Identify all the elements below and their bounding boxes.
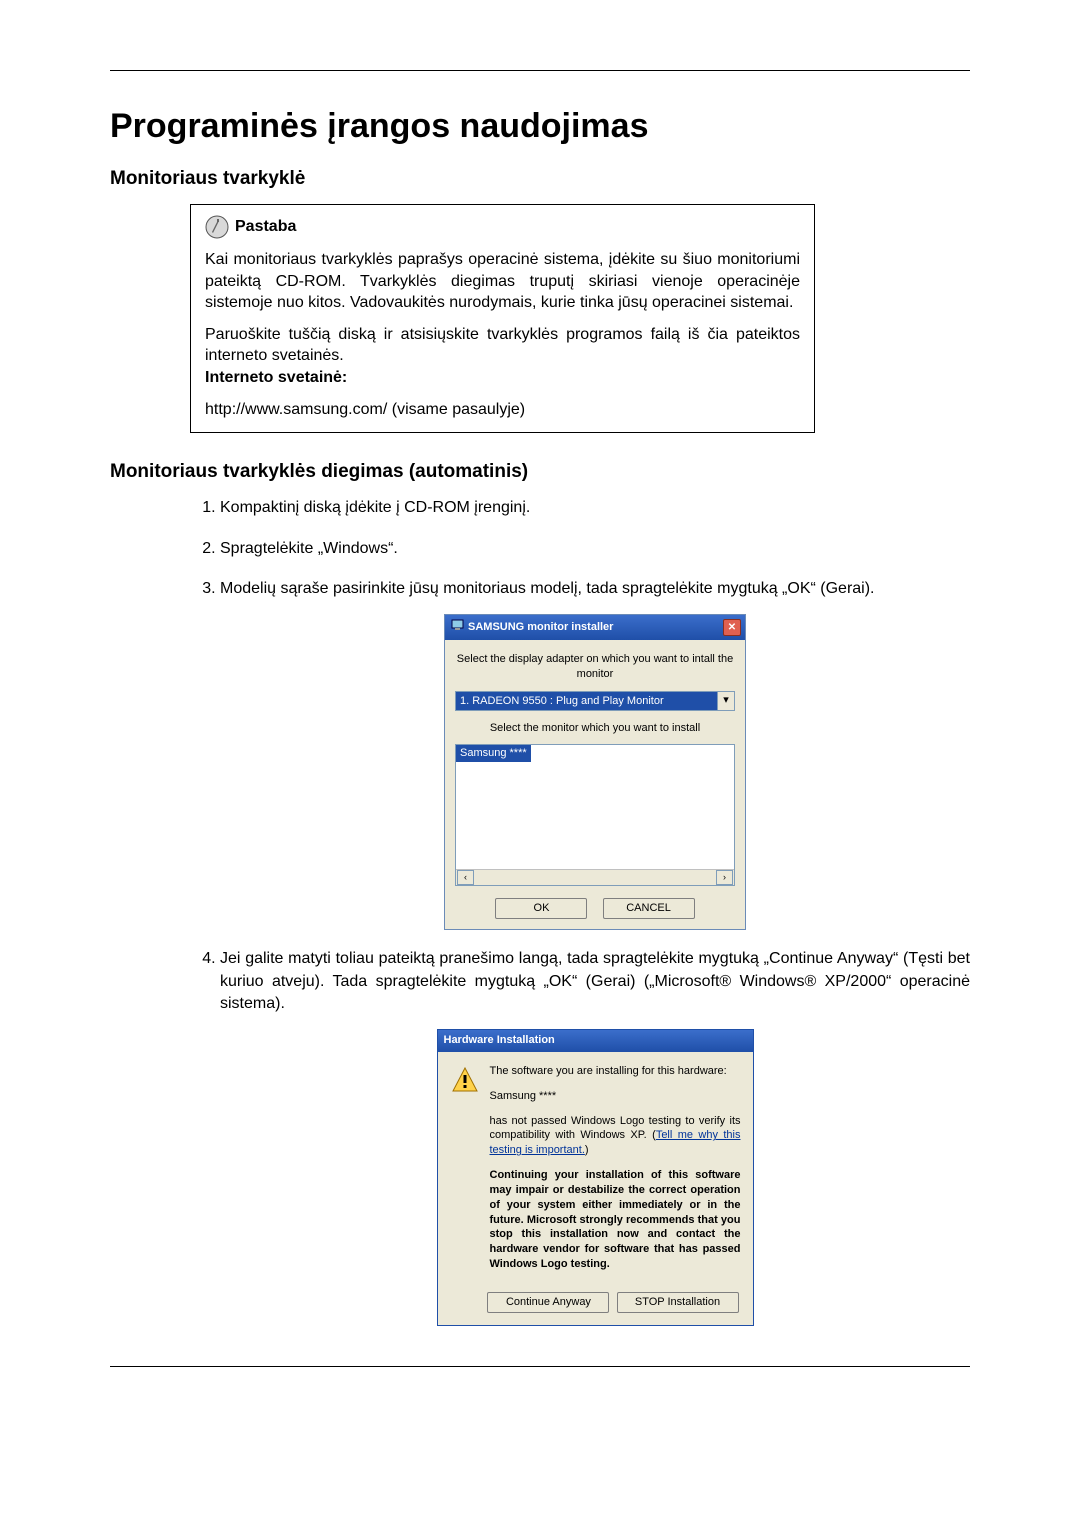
note-text: Paruoškite tuščią diską ir atsisiųskite …	[205, 326, 800, 365]
internet-label: Interneto svetainė:	[205, 369, 347, 386]
cancel-button[interactable]: CANCEL	[603, 898, 695, 919]
step-text: Jei galite matyti toliau pateiktą praneš…	[220, 950, 970, 1012]
section-auto-install: Monitoriaus tvarkyklės diegimas (automat…	[110, 461, 970, 1326]
hw-warning-bold: Continuing your installation of this sof…	[490, 1168, 741, 1272]
scroll-left-icon[interactable]: ‹	[457, 870, 474, 885]
install-steps-list: Kompaktinį diską įdėkite į CD-ROM įrengi…	[190, 497, 970, 1326]
continue-anyway-button[interactable]: Continue Anyway	[487, 1292, 609, 1313]
dialog-body: The software you are installing for this…	[438, 1052, 753, 1292]
list-item: Kompaktinį diską įdėkite į CD-ROM įrengi…	[220, 497, 970, 519]
hw-line: has not passed Windows Logo testing to v…	[490, 1114, 741, 1159]
button-row: OK CANCEL	[455, 898, 735, 919]
warning-icon	[450, 1064, 480, 1282]
hardware-installation-dialog: Hardware Installation The software you a…	[437, 1029, 754, 1326]
note-header: Pastaba	[205, 215, 800, 239]
button-row: Continue Anyway STOP Installation	[438, 1292, 753, 1325]
installer-dialog: SAMSUNG monitor installer ✕ Select the d…	[444, 614, 746, 930]
internet-url: http://www.samsung.com/ (visame pasaulyj…	[205, 399, 800, 421]
listbox-selected-item[interactable]: Samsung ****	[456, 745, 531, 762]
note-icon	[205, 215, 229, 239]
hw-line: The software you are installing for this…	[490, 1064, 741, 1079]
stop-installation-button[interactable]: STOP Installation	[617, 1292, 739, 1313]
note-paragraph: Kai monitoriaus tvarkyklės paprašys oper…	[205, 249, 800, 314]
ok-button[interactable]: OK	[495, 898, 587, 919]
adapter-combobox[interactable]: 1. RADEON 9550 : Plug and Play Monitor ▾	[455, 691, 735, 711]
app-icon	[451, 618, 464, 636]
note-label: Pastaba	[235, 216, 296, 238]
instruction-text: Select the monitor which you want to ins…	[455, 721, 735, 736]
dialog-title: SAMSUNG monitor installer	[468, 620, 613, 635]
dialog-text: The software you are installing for this…	[490, 1064, 741, 1282]
dialog-body: Select the display adapter on which you …	[445, 640, 745, 930]
page-title: Programinės įrangos naudojimas	[110, 107, 970, 146]
combobox-value: 1. RADEON 9550 : Plug and Play Monitor	[456, 692, 717, 710]
bottom-rule	[110, 1366, 970, 1367]
horizontal-scrollbar[interactable]: ‹ ›	[456, 869, 734, 885]
titlebar: Hardware Installation	[438, 1030, 753, 1051]
note-paragraph: Paruoškite tuščią diską ir atsisiųskite …	[205, 324, 800, 389]
section-heading: Monitoriaus tvarkyklės diegimas (automat…	[110, 461, 970, 483]
scroll-right-icon[interactable]: ›	[716, 870, 733, 885]
chevron-down-icon[interactable]: ▾	[717, 692, 734, 710]
instruction-text: Select the display adapter on which you …	[455, 652, 735, 683]
list-item: Spragtelėkite „Windows“.	[220, 538, 970, 560]
model-listbox[interactable]: Samsung **** ‹ ›	[455, 744, 735, 886]
section-heading: Monitoriaus tvarkyklė	[110, 168, 970, 190]
top-rule	[110, 70, 970, 71]
titlebar-left: SAMSUNG monitor installer	[451, 618, 613, 636]
close-icon[interactable]: ✕	[723, 619, 741, 636]
document-page: Programinės įrangos naudojimas Monitoria…	[0, 0, 1080, 1427]
dialog-title: Hardware Installation	[444, 1033, 555, 1048]
list-item: Jei galite matyti toliau pateiktą praneš…	[220, 948, 970, 1326]
list-item: Modelių sąraše pasirinkite jūsų monitori…	[220, 578, 970, 930]
hw-line: Samsung ****	[490, 1089, 741, 1104]
note-box: Pastaba Kai monitoriaus tvarkyklės papra…	[190, 204, 815, 433]
step-text: Modelių sąraše pasirinkite jūsų monitori…	[220, 580, 875, 597]
titlebar: SAMSUNG monitor installer ✕	[445, 615, 745, 639]
